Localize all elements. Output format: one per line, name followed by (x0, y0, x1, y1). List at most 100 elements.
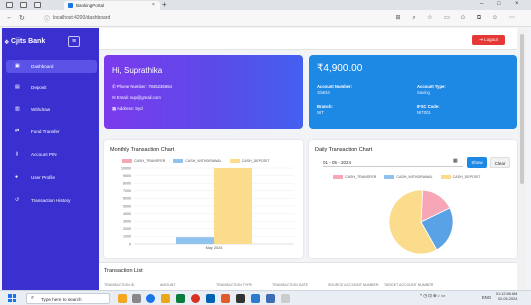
clock-date: 02-05-2024 (497, 297, 518, 301)
app-icon[interactable] (266, 294, 275, 303)
close-tab-icon[interactable]: × (152, 2, 155, 8)
windows-taskbar: ⌕ Type here to search ^ ◷ ⊡ ⊕ ♪ ▭ ENG 01… (0, 290, 531, 305)
minimize-icon[interactable]: – (480, 1, 483, 7)
browser-tab[interactable]: BankingPortal × (64, 1, 160, 10)
file-explorer-icon[interactable] (161, 294, 170, 303)
app-icon[interactable] (206, 294, 215, 303)
taskbar-search-placeholder: Type here to search (41, 296, 82, 302)
profile-icon[interactable] (6, 2, 13, 8)
withdraw-icon: ▥ (15, 106, 20, 112)
brand-name: Cjits Bank (11, 38, 46, 45)
zoom-icon[interactable]: ⌕ (410, 14, 418, 22)
transfer-icon: ⇄ (15, 128, 20, 134)
app-icon[interactable] (176, 294, 185, 303)
sidebar-item-label: Dashboard (31, 63, 54, 69)
maximize-icon[interactable]: □ (497, 1, 501, 7)
balance-amount: ₹4,900.00 (317, 63, 363, 74)
logout-label: Logout (484, 37, 498, 42)
scrollbar-thumb[interactable] (520, 34, 524, 184)
dashboard-icon: ▣ (15, 63, 20, 69)
task-app-icon[interactable] (118, 294, 127, 303)
language-indicator[interactable]: ENG (482, 295, 491, 300)
account-number-value: 1fa634 (317, 90, 330, 95)
ifsc-value: NIT001 (417, 110, 431, 115)
system-tray-icons[interactable]: ^ ◷ ⊡ ⊕ ♪ ▭ (420, 293, 445, 299)
favorite-icon[interactable]: ☆ (426, 14, 434, 22)
close-window-icon[interactable]: × (515, 1, 519, 7)
windows-start-icon[interactable] (8, 294, 16, 302)
profile-avatar-icon[interactable]: ☺ (491, 14, 499, 22)
column-header[interactable]: TRANSACTION ID (104, 283, 160, 287)
new-tab-icon[interactable]: + (162, 0, 167, 9)
sidebar-item-label: Withdraw (31, 106, 51, 112)
tab-title: BankingPortal (76, 3, 105, 8)
sidebar-item-label: User Profile (31, 174, 55, 180)
url-text: localhost:4200/dashboard (53, 15, 111, 21)
monthly-bar-chart: 0 1000 2000 3000 4000 5000 6000 7000 8000 9000 100… (121, 166, 294, 250)
site-info-icon[interactable]: ⓘ (44, 14, 50, 23)
menu-toggle-button[interactable]: ≡ (68, 36, 80, 47)
daily-pie-chart (388, 189, 454, 255)
more-options-icon[interactable]: ⋯ (508, 14, 516, 22)
sidebar-item-fund-transfer[interactable]: ⇄ Fund Transfer (6, 125, 97, 138)
url-field[interactable]: ⓘ localhost:4200/dashboard (44, 13, 344, 24)
taskbar-clock[interactable]: 01:12:58 AM 02-05-2024 (496, 292, 517, 302)
monthly-chart-panel: Monthly Transaction Chart CASH_TRANSFER … (104, 140, 303, 258)
y-tick-label: 3000 (123, 220, 131, 224)
bar-cash-deposit[interactable] (214, 168, 252, 244)
column-header[interactable]: AMOUNT (160, 283, 216, 287)
split-screen-icon[interactable]: ▭ (443, 14, 451, 22)
balance-card: ₹4,900.00 Account Number: 1fa634 Account… (309, 55, 517, 129)
email-row: ✉ Email: sup@gmail.com (112, 95, 161, 101)
app-icon[interactable] (221, 294, 230, 303)
sidebar-item-label: Fund Transfer (31, 128, 60, 134)
sidebar-item-account-pin[interactable]: ⚷ Account PIN (6, 148, 97, 161)
back-icon[interactable]: ← (6, 14, 13, 21)
sidebar-item-withdraw[interactable]: ▥ Withdraw (6, 103, 97, 116)
sidebar-item-transaction-history[interactable]: ↺ Transaction History (6, 194, 97, 207)
key-icon: ⚷ (15, 151, 19, 157)
account-number-label: Account Number: (317, 84, 353, 89)
taskbar-search[interactable]: ⌕ Type here to search (26, 293, 110, 304)
sidebar-item-user-profile[interactable]: ● User Profile (6, 171, 97, 184)
y-tick-label: 6000 (123, 197, 131, 201)
vscode-icon[interactable] (251, 294, 260, 303)
greeting: Hi, Suprathika (112, 66, 163, 75)
y-tick-label: 8000 (123, 182, 131, 186)
column-header[interactable]: TRANSACTION TYPE (216, 283, 272, 287)
edge-icon[interactable] (146, 294, 155, 303)
sidebar-item-dashboard[interactable]: ▣ Dashboard (6, 60, 97, 73)
app-icon[interactable] (281, 294, 290, 303)
y-tick-label: 9000 (123, 174, 131, 178)
branch-label: Branch: (317, 104, 333, 109)
phone-row: ✆ Phone Number: 7845236654 (112, 84, 172, 90)
page-scrollbar[interactable] (518, 28, 526, 290)
task-view-icon[interactable] (132, 294, 141, 303)
bar-cash-withdrawal[interactable] (176, 237, 214, 244)
column-header[interactable]: TARGET ACCOUNT NUMBER (384, 283, 440, 287)
logout-button[interactable]: ⇥ Logout (472, 35, 505, 45)
y-tick-label: 0 (129, 242, 131, 246)
user-info-card: Hi, Suprathika ✆ Phone Number: 784523665… (104, 55, 303, 129)
refresh-icon[interactable]: ↻ (19, 14, 25, 22)
email-text: Email: sup@gmail.com (116, 95, 161, 100)
column-header[interactable]: TRANSACTION DATE (272, 283, 328, 287)
y-tick-label: 7000 (123, 189, 131, 193)
tab-actions-icon[interactable] (34, 2, 41, 8)
address-row: ▦ Address: Syd (112, 106, 143, 112)
workspaces-icon[interactable] (20, 2, 27, 8)
column-header[interactable]: SOURCE ACCOUNT NUMBER (328, 283, 384, 287)
transaction-list-title: Transaction List (104, 268, 143, 274)
y-tick-label: 5000 (123, 204, 131, 208)
browser-tab-bar: BankingPortal × + – □ × (0, 0, 531, 10)
sidebar-item-deposit[interactable]: ▤ Deposit (6, 81, 97, 94)
branch-value: NIT (317, 110, 324, 115)
chrome-icon[interactable] (191, 294, 200, 303)
sidebar-item-label: Account PIN (31, 151, 57, 157)
collections-icon[interactable]: ⧉ (475, 14, 483, 22)
phone-text: Phone Number: 7845236654 (116, 84, 172, 89)
read-aloud-icon[interactable]: ⊞ (394, 14, 402, 22)
app-icon[interactable] (236, 294, 245, 303)
sidebar-item-label: Transaction History (31, 197, 71, 203)
favorites-icon[interactable]: ✩ (459, 14, 467, 22)
